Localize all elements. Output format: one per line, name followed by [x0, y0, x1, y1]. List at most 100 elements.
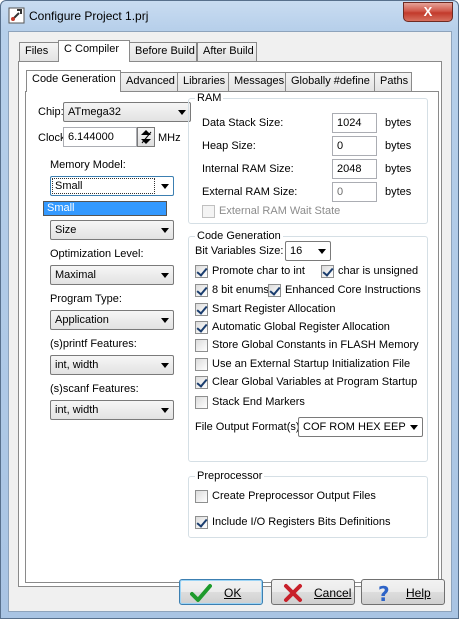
program-type-label: Program Type:	[50, 293, 122, 305]
checkbox-box	[195, 321, 208, 334]
printf-features-value: int, width	[55, 359, 99, 371]
tab-messages[interactable]: Messages	[228, 72, 286, 91]
help-label: Help	[406, 586, 431, 600]
heap-input[interactable]: 0	[332, 136, 377, 156]
dropdown-option-small[interactable]: Small	[44, 202, 166, 215]
enhanced-core-label: Enhanced Core Instructions	[285, 284, 421, 296]
title-bar[interactable]: Configure Project 1.prj X	[1, 1, 458, 31]
chevron-down-icon	[161, 184, 169, 189]
printf-features-label: (s)printf Features:	[50, 338, 137, 350]
smart-register-label: Smart Register Allocation	[212, 303, 336, 315]
printf-features-select[interactable]: int, width	[50, 355, 174, 375]
scanf-features-value: int, width	[55, 404, 99, 416]
auto-global-register-label: Automatic Global Register Allocation	[212, 321, 390, 333]
memory-model-dropdown-list[interactable]: Small	[43, 201, 167, 216]
output-format-select[interactable]: COF ROM HEX EEP	[298, 417, 423, 437]
checkbox-box	[195, 396, 208, 409]
checkmark-icon	[190, 584, 212, 602]
tab-globally-define[interactable]: Globally #define	[285, 72, 375, 91]
code-generation-panel: Chip: ATmega32 Clock: 6.144000 MHz Memor…	[25, 91, 439, 583]
internal-ram-unit: bytes	[385, 163, 412, 175]
tab-files[interactable]: Files	[19, 42, 59, 61]
preprocessor-group-title: Preprocessor	[195, 470, 265, 482]
chip-label: Chip:	[38, 106, 64, 118]
optimization-level-select[interactable]: Maximal	[50, 265, 174, 285]
chevron-down-icon	[178, 110, 186, 115]
tab-paths[interactable]: Paths	[374, 72, 412, 91]
close-button[interactable]: X	[403, 2, 453, 22]
external-ram-input[interactable]: 0	[332, 182, 377, 202]
scanf-features-select[interactable]: int, width	[50, 400, 174, 420]
checkbox-box	[195, 490, 208, 503]
svg-text:?: ?	[378, 583, 390, 603]
promote-char-label: Promote char to int	[212, 265, 305, 277]
chevron-down-icon	[161, 408, 169, 413]
chip-select[interactable]: ATmega32	[63, 102, 191, 122]
output-format-label: File Output Format(s):	[195, 421, 303, 433]
program-type-select[interactable]: Application	[50, 310, 174, 330]
bit-variables-select[interactable]: 16	[285, 241, 331, 261]
optimize-for-select[interactable]: Size	[50, 220, 174, 240]
bit-enums-label: 8 bit enums	[212, 284, 269, 296]
tab-before-build[interactable]: Before Build	[129, 42, 197, 61]
help-button[interactable]: ? Help	[361, 579, 445, 605]
chevron-down-icon	[410, 425, 418, 430]
optimization-level-value: Maximal	[55, 269, 96, 281]
ok-label: OK	[224, 586, 242, 600]
clock-input[interactable]: 6.144000	[63, 127, 137, 147]
tab-c-compiler[interactable]: C Compiler	[58, 40, 130, 62]
create-preprocessor-output-label: Create Preprocessor Output Files	[212, 490, 376, 502]
memory-model-select[interactable]: Small	[50, 176, 174, 196]
data-stack-value: 1024	[337, 117, 362, 129]
question-mark-icon: ?	[378, 583, 390, 603]
internal-ram-input[interactable]: 2048	[332, 159, 377, 179]
checkbox-box	[195, 358, 208, 371]
clock-value: 6.144000	[68, 131, 114, 143]
wrench-app-icon	[8, 7, 25, 24]
ram-group-title: RAM	[195, 92, 224, 104]
heap-unit: bytes	[385, 140, 412, 152]
close-icon: X	[423, 4, 433, 19]
checkbox-box	[268, 284, 281, 297]
preprocessor-group	[188, 476, 428, 538]
program-type-value: Application	[55, 314, 109, 326]
configure-project-window: Configure Project 1.prj X Files C Compil…	[0, 0, 459, 619]
chip-value: ATmega32	[68, 106, 121, 118]
external-ram-value: 0	[337, 186, 344, 198]
internal-ram-value: 2048	[337, 163, 362, 175]
chevron-down-icon	[161, 228, 169, 233]
cancel-label: Cancel	[314, 586, 352, 600]
checkbox-box	[202, 205, 215, 218]
focus-rect	[52, 178, 155, 194]
data-stack-label: Data Stack Size:	[202, 117, 284, 129]
x-cancel-icon	[284, 584, 302, 602]
chevron-down-icon	[161, 363, 169, 368]
checkbox-box	[195, 284, 208, 297]
stack-end-markers-label: Stack End Markers	[212, 396, 305, 408]
output-format-value: COF ROM HEX EEP	[303, 421, 406, 433]
store-flash-label: Store Global Constants in FLASH Memory	[212, 339, 419, 351]
tab-advanced[interactable]: Advanced	[120, 72, 178, 91]
tab-after-build[interactable]: After Build	[197, 42, 257, 61]
tab-code-generation[interactable]: Code Generation	[26, 70, 121, 92]
optimize-for-value: Size	[55, 224, 77, 236]
cancel-button[interactable]: Cancel	[271, 579, 355, 605]
chevron-down-icon	[318, 249, 326, 254]
chevron-down-icon	[161, 318, 169, 323]
tab-libraries[interactable]: Libraries	[177, 72, 229, 91]
data-stack-input[interactable]: 1024	[332, 113, 377, 133]
checkbox-box	[195, 265, 208, 278]
checkbox-box	[195, 339, 208, 352]
clear-globals-label: Clear Global Variables at Program Startu…	[212, 376, 418, 388]
checkbox-box	[321, 265, 334, 278]
c-compiler-panel: Code Generation Advanced Libraries Messa…	[18, 61, 442, 587]
bit-variables-label: Bit Variables Size:	[195, 245, 284, 257]
checkbox-box	[195, 376, 208, 389]
wait-state-label: External RAM Wait State	[219, 205, 341, 217]
external-startup-label: Use an External Startup Initialization F…	[212, 358, 411, 370]
clock-spinner[interactable]	[137, 127, 155, 147]
ok-button[interactable]: OK	[179, 579, 263, 605]
include-io-bits-label: Include I/O Registers Bits Definitions	[212, 516, 391, 528]
scanf-features-label: (s)scanf Features:	[50, 383, 139, 395]
bit-variables-value: 16	[290, 245, 303, 257]
